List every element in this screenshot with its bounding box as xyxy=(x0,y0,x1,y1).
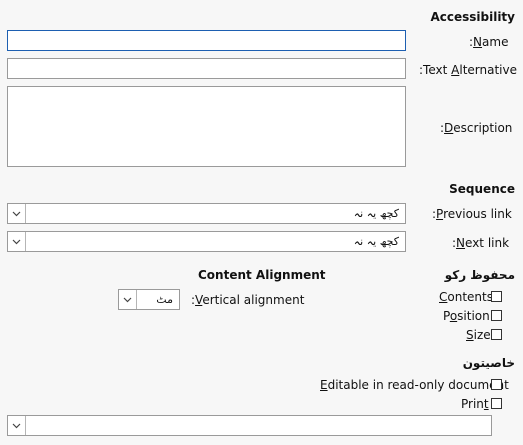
size-label: Size xyxy=(466,328,491,342)
content-alignment-heading: Content Alignment xyxy=(198,268,326,282)
previous-link-dropdown-button[interactable] xyxy=(8,204,26,223)
editable-label: Editable in read-only document xyxy=(320,378,509,392)
size-checkbox[interactable] xyxy=(491,329,502,340)
text-alternative-input[interactable] xyxy=(7,58,406,79)
position-label: Position xyxy=(443,309,490,323)
position-checkbox[interactable] xyxy=(491,310,502,321)
description-textarea[interactable] xyxy=(7,86,406,167)
chevron-down-icon xyxy=(123,297,132,302)
next-link-dropdown-button[interactable] xyxy=(8,232,26,251)
name-label: :Name xyxy=(469,35,509,49)
chevron-down-icon xyxy=(12,423,21,428)
sequence-heading: Sequence xyxy=(449,182,515,196)
description-label: :Description xyxy=(440,121,513,135)
print-label: Print xyxy=(461,397,489,411)
protect-heading: محفوظ رکو xyxy=(444,268,515,282)
next-link-label: :Next link xyxy=(452,236,510,250)
vertical-alignment-value: مٹ xyxy=(156,293,173,306)
vertical-alignment-label: :Vertical alignment xyxy=(191,293,305,307)
previous-link-label: :Previous link xyxy=(432,207,512,221)
properties-heading: خاصیتون xyxy=(462,356,515,370)
previous-link-value: کچھ یہ نہ xyxy=(353,207,399,220)
bottom-dropdown-button[interactable] xyxy=(8,416,26,435)
next-link-combo[interactable]: کچھ یہ نہ xyxy=(7,231,406,252)
contents-label: Contents xyxy=(439,290,493,304)
chevron-down-icon xyxy=(12,239,21,244)
print-checkbox[interactable] xyxy=(491,398,502,409)
previous-link-combo[interactable]: کچھ یہ نہ xyxy=(7,203,406,224)
accessibility-heading: Accessibility xyxy=(430,10,515,24)
editable-checkbox[interactable] xyxy=(491,379,502,390)
contents-checkbox[interactable] xyxy=(491,291,502,302)
text-alternative-label: :Text Alternative xyxy=(419,63,517,77)
name-input[interactable] xyxy=(7,30,406,51)
chevron-down-icon xyxy=(12,211,21,216)
bottom-combo[interactable] xyxy=(7,415,492,436)
vertical-alignment-dropdown-button[interactable] xyxy=(119,290,137,309)
next-link-value: کچھ یہ نہ xyxy=(353,235,399,248)
vertical-alignment-combo[interactable]: مٹ xyxy=(118,289,180,310)
